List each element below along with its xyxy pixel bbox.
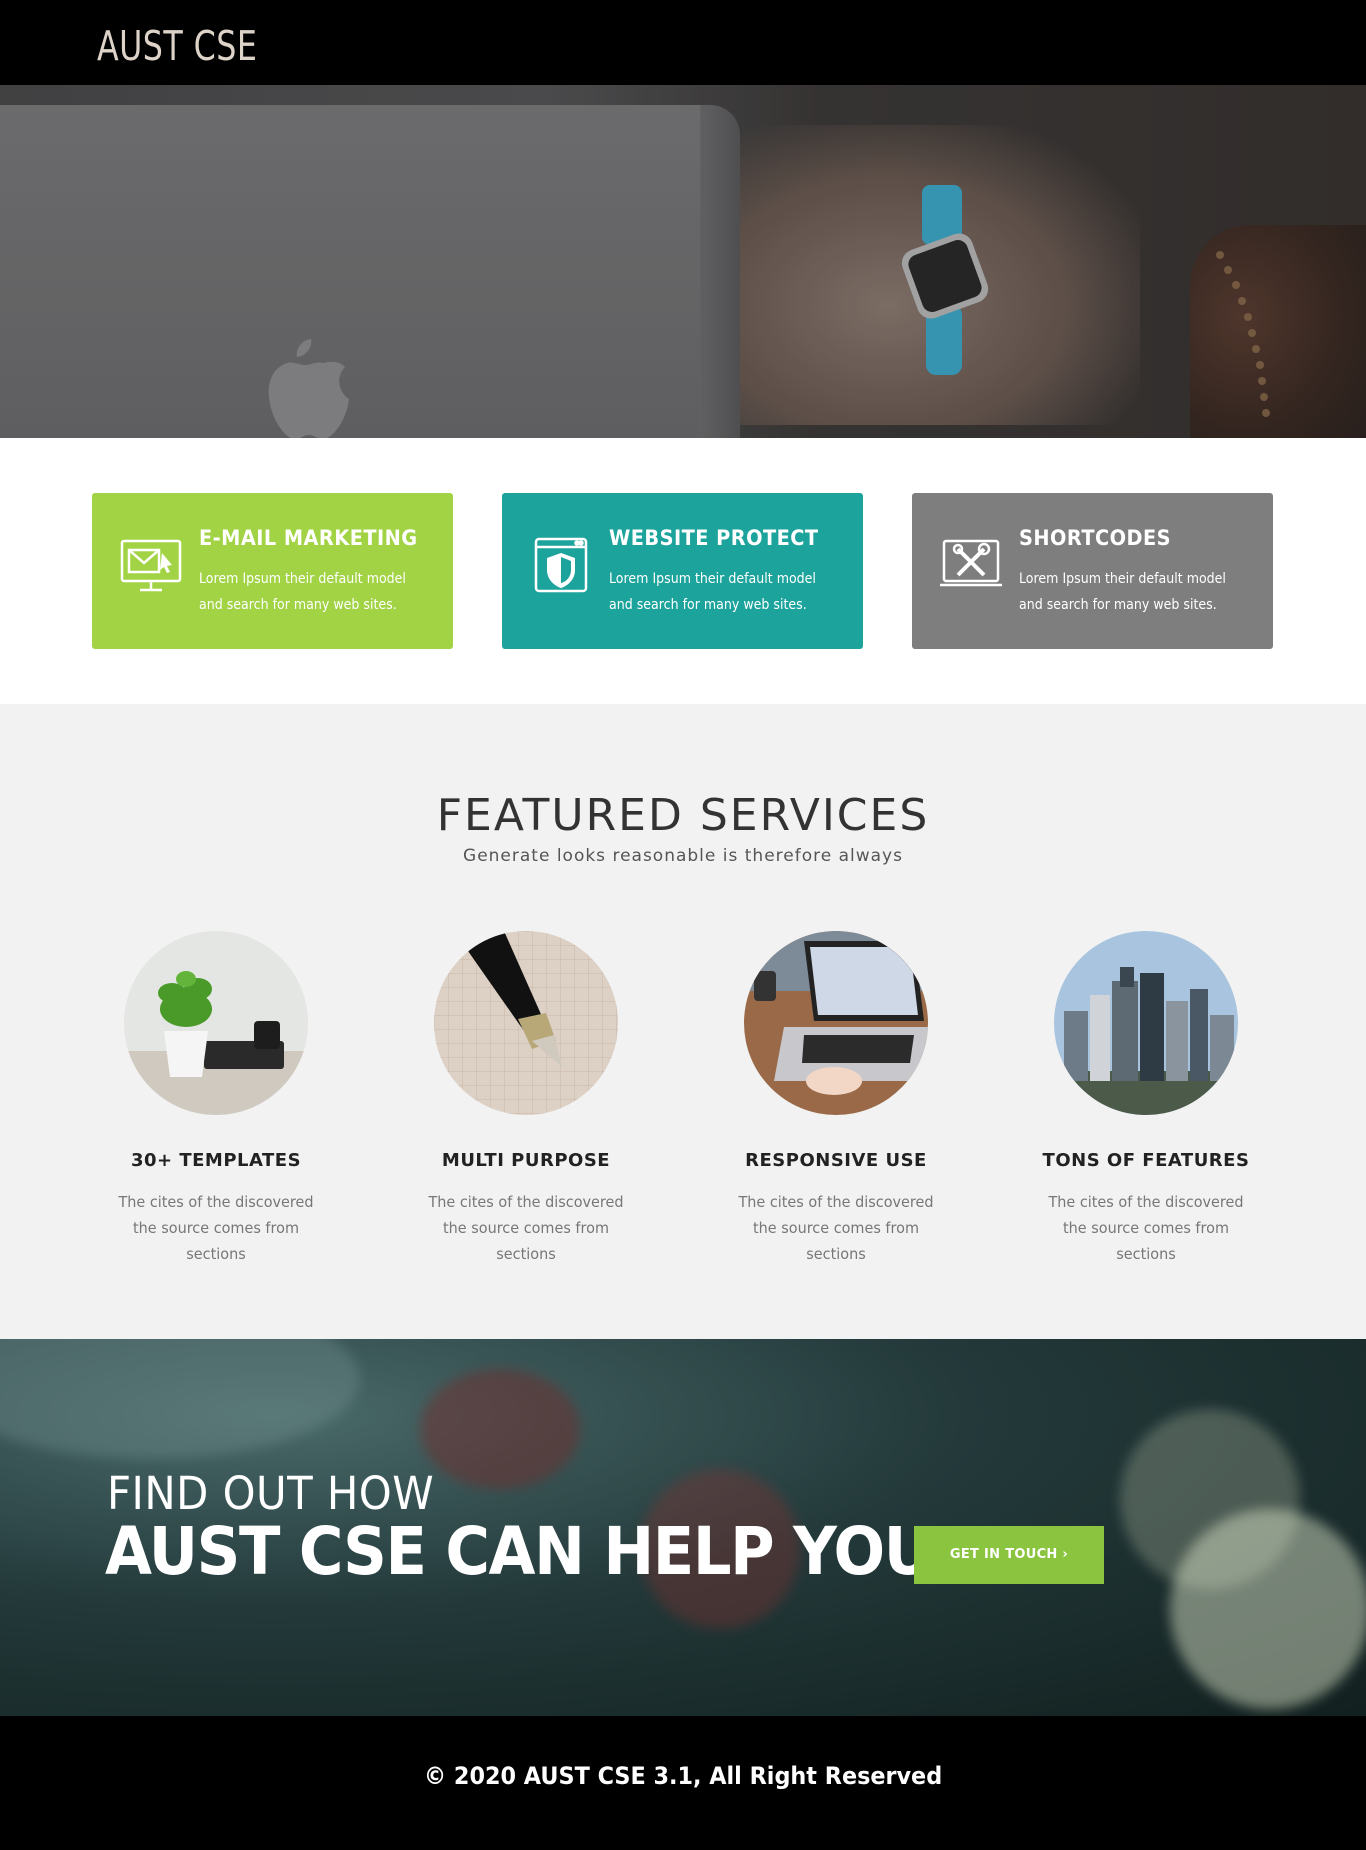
feature-box-desc: Lorem Ipsum their default model and sear… [609,571,816,613]
navbar: AUST CSE [0,0,1366,85]
plant-desk-image [124,931,308,1115]
section-heading: FEATURED SERVICES [436,790,930,841]
fountain-pen-image [434,931,618,1115]
get-in-touch-button[interactable]: GET IN TOUCH › [914,1526,1104,1584]
feature-box-title: WEBSITE PROTECT [609,526,819,550]
brand-logo[interactable]: AUST CSE [97,22,257,70]
feature-box-title: SHORTCODES [1019,526,1172,550]
bokeh-light [420,1369,580,1489]
feature-box-desc: Lorem Ipsum their default model and sear… [199,571,406,613]
footer: © 2020 AUST CSE 3.1, All Right Reserved [0,1716,1366,1850]
service-title: 30+ TEMPLATES [130,1150,302,1171]
service-desc: The cites of the discovered the source c… [118,1193,314,1263]
shield-icon [534,537,588,593]
bokeh-light [0,1339,360,1459]
feature-box-website-protect[interactable]: WEBSITE PROTECT Lorem Ipsum their defaul… [502,493,863,649]
laptop-image [744,931,928,1115]
service-title: TONS OF FEATURES [1042,1150,1250,1171]
feature-box-desc: Lorem Ipsum their default model and sear… [1019,571,1226,613]
service-desc: The cites of the discovered the source c… [738,1193,934,1263]
feature-box-email-marketing[interactable]: E-MAIL MARKETING Lorem Ipsum their defau… [92,493,453,649]
email-marketing-icon [120,539,182,592]
city-skyline-image [1054,931,1238,1115]
service-title: RESPONSIVE USE [745,1150,927,1171]
section-subheading: Generate looks reasonable is therefore a… [463,846,903,866]
service-desc: The cites of the discovered the source c… [1048,1193,1244,1263]
footer-copyright: © 2020 AUST CSE 3.1, All Right Reserved [423,1762,943,1790]
cta-line2: AUST CSE CAN HELP YOU [105,1513,933,1590]
featured-services-section: FEATURED SERVICES Generate looks reasona… [0,704,1366,1339]
tools-icon [940,539,1002,587]
bokeh-light [1170,1509,1366,1709]
feature-box-shortcodes[interactable]: SHORTCODES Lorem Ipsum their default mod… [912,493,1273,649]
feature-boxes: E-MAIL MARKETING Lorem Ipsum their defau… [0,438,1366,704]
feature-box-title: E-MAIL MARKETING [199,526,418,550]
cta-banner: FIND OUT HOW AUST CSE CAN HELP YOU GET I… [0,1339,1366,1716]
service-title: MULTI PURPOSE [441,1150,611,1171]
service-desc: The cites of the discovered the source c… [428,1193,624,1263]
hero-image [0,85,1366,438]
